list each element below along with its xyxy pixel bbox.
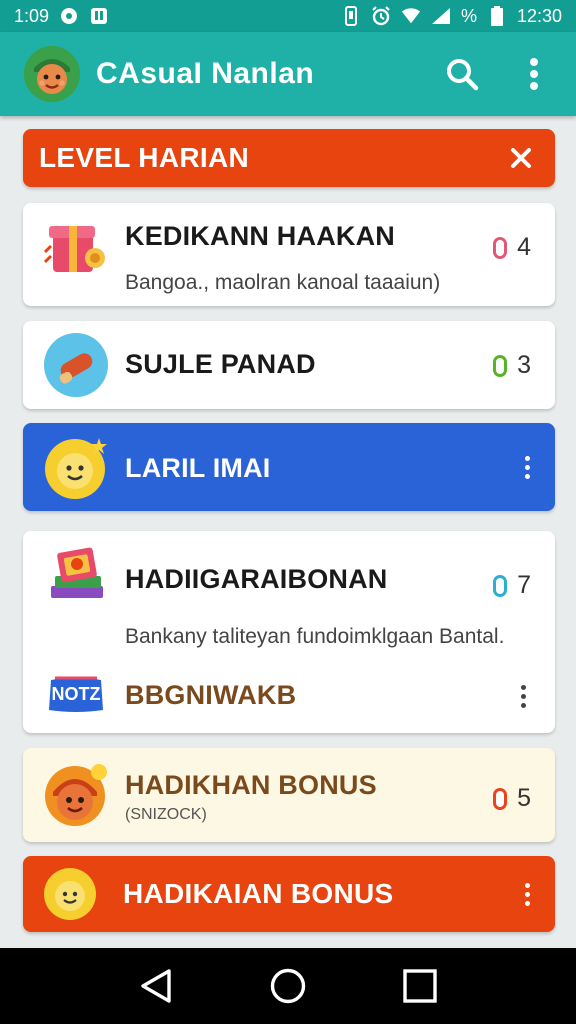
count-pill-icon [493,236,508,259]
home-icon [270,968,306,1004]
app-title: CAsuaI Nanlan [96,57,315,90]
overflow-menu-button[interactable] [512,52,556,96]
tag-label: NOTZ [51,684,101,704]
status-clock: 12:30 [516,5,562,26]
banner-title: HADIKAIAN BONUS [123,878,394,909]
books-icon [43,544,109,610]
status-bar: 1:09 % 12:30 [0,0,576,32]
system-nav-bar [0,948,576,1024]
search-icon [447,59,479,91]
count-pill-icon [493,354,508,377]
gift-box-icon [43,216,109,282]
item-count: 7 [517,571,531,599]
close-button[interactable] [503,140,539,176]
blue-list-item[interactable]: LARIL IMAI [23,423,555,511]
battery-icon [487,6,507,26]
sub-item-menu-button[interactable] [511,676,535,716]
recents-icon [403,969,437,1003]
wifi-icon [401,6,421,26]
back-icon [141,969,171,1003]
list-item[interactable]: KEDIKANN HAAKAN Bangoa., maolran kanoal … [23,203,555,306]
content-list: LEVEL HARIAN KEDIKANN HAAKAN Bangoa., ma… [0,116,576,948]
banner-menu-button[interactable] [515,874,539,914]
status-percent: % [460,5,477,26]
item-subtitle: Bangoa., maolran kanoal taaaiun) [125,271,441,294]
item-menu-button[interactable] [515,447,539,487]
app-logo-icon [24,46,80,102]
item-count: 5 [517,784,531,812]
item-title: SUJLE PANAD [125,349,316,379]
food-icon [43,332,109,398]
smiley-icon [43,867,97,921]
item-title: LARIL IMAI [125,453,271,483]
item-subtitle: (SNIZOCK) [125,806,207,823]
banner-title: LEVEL HARIAN [39,142,249,173]
bonus-list-item[interactable]: HADIKHAN BONUS (SNIZOCK) 5 [23,748,555,842]
note-tag-icon: NOTZ [45,676,107,714]
level-harian-banner[interactable]: LEVEL HARIAN [23,129,555,187]
signal-icon [431,6,451,26]
list-item-group[interactable]: HADIIGARAIBONAN 7 Bankany taliteyan fund… [23,531,555,733]
item-count-badge: 4 [493,233,531,262]
notification-icon [59,6,79,26]
list-item[interactable]: SUJLE PANAD 3 [23,321,555,409]
item-subtitle: Bankany taliteyan fundoimklgaan Bantal. [125,625,505,648]
more-vert-icon [530,58,538,90]
close-icon [511,148,531,168]
item-title: KEDIKANN HAAKAN [125,221,395,251]
back-button[interactable] [126,956,186,1016]
app-bar: CAsuaI Nanlan [0,32,576,116]
item-count: 3 [517,351,531,379]
item-title: HADIIGARAIBONAN [125,564,388,594]
character-icon [43,762,109,828]
hadikaian-bonus-banner[interactable]: HADIKAIAN BONUS [23,856,555,932]
app-notification-icon [89,6,109,26]
item-count: 4 [517,233,531,261]
sub-item-title: BBGNIWAKB [125,680,297,710]
vibrate-icon [341,6,361,26]
search-button[interactable] [440,52,484,96]
home-button[interactable] [258,956,318,1016]
recents-button[interactable] [390,956,450,1016]
smiley-icon [43,434,109,500]
count-pill-icon [493,574,508,597]
item-count-badge: 5 [493,784,531,813]
item-count-badge: 3 [493,351,531,380]
alarm-icon [371,6,391,26]
item-count-badge: 7 [493,571,531,600]
count-pill-icon [493,787,508,810]
status-time: 1:09 [14,5,50,26]
item-title: HADIKHAN BONUS [125,770,377,800]
